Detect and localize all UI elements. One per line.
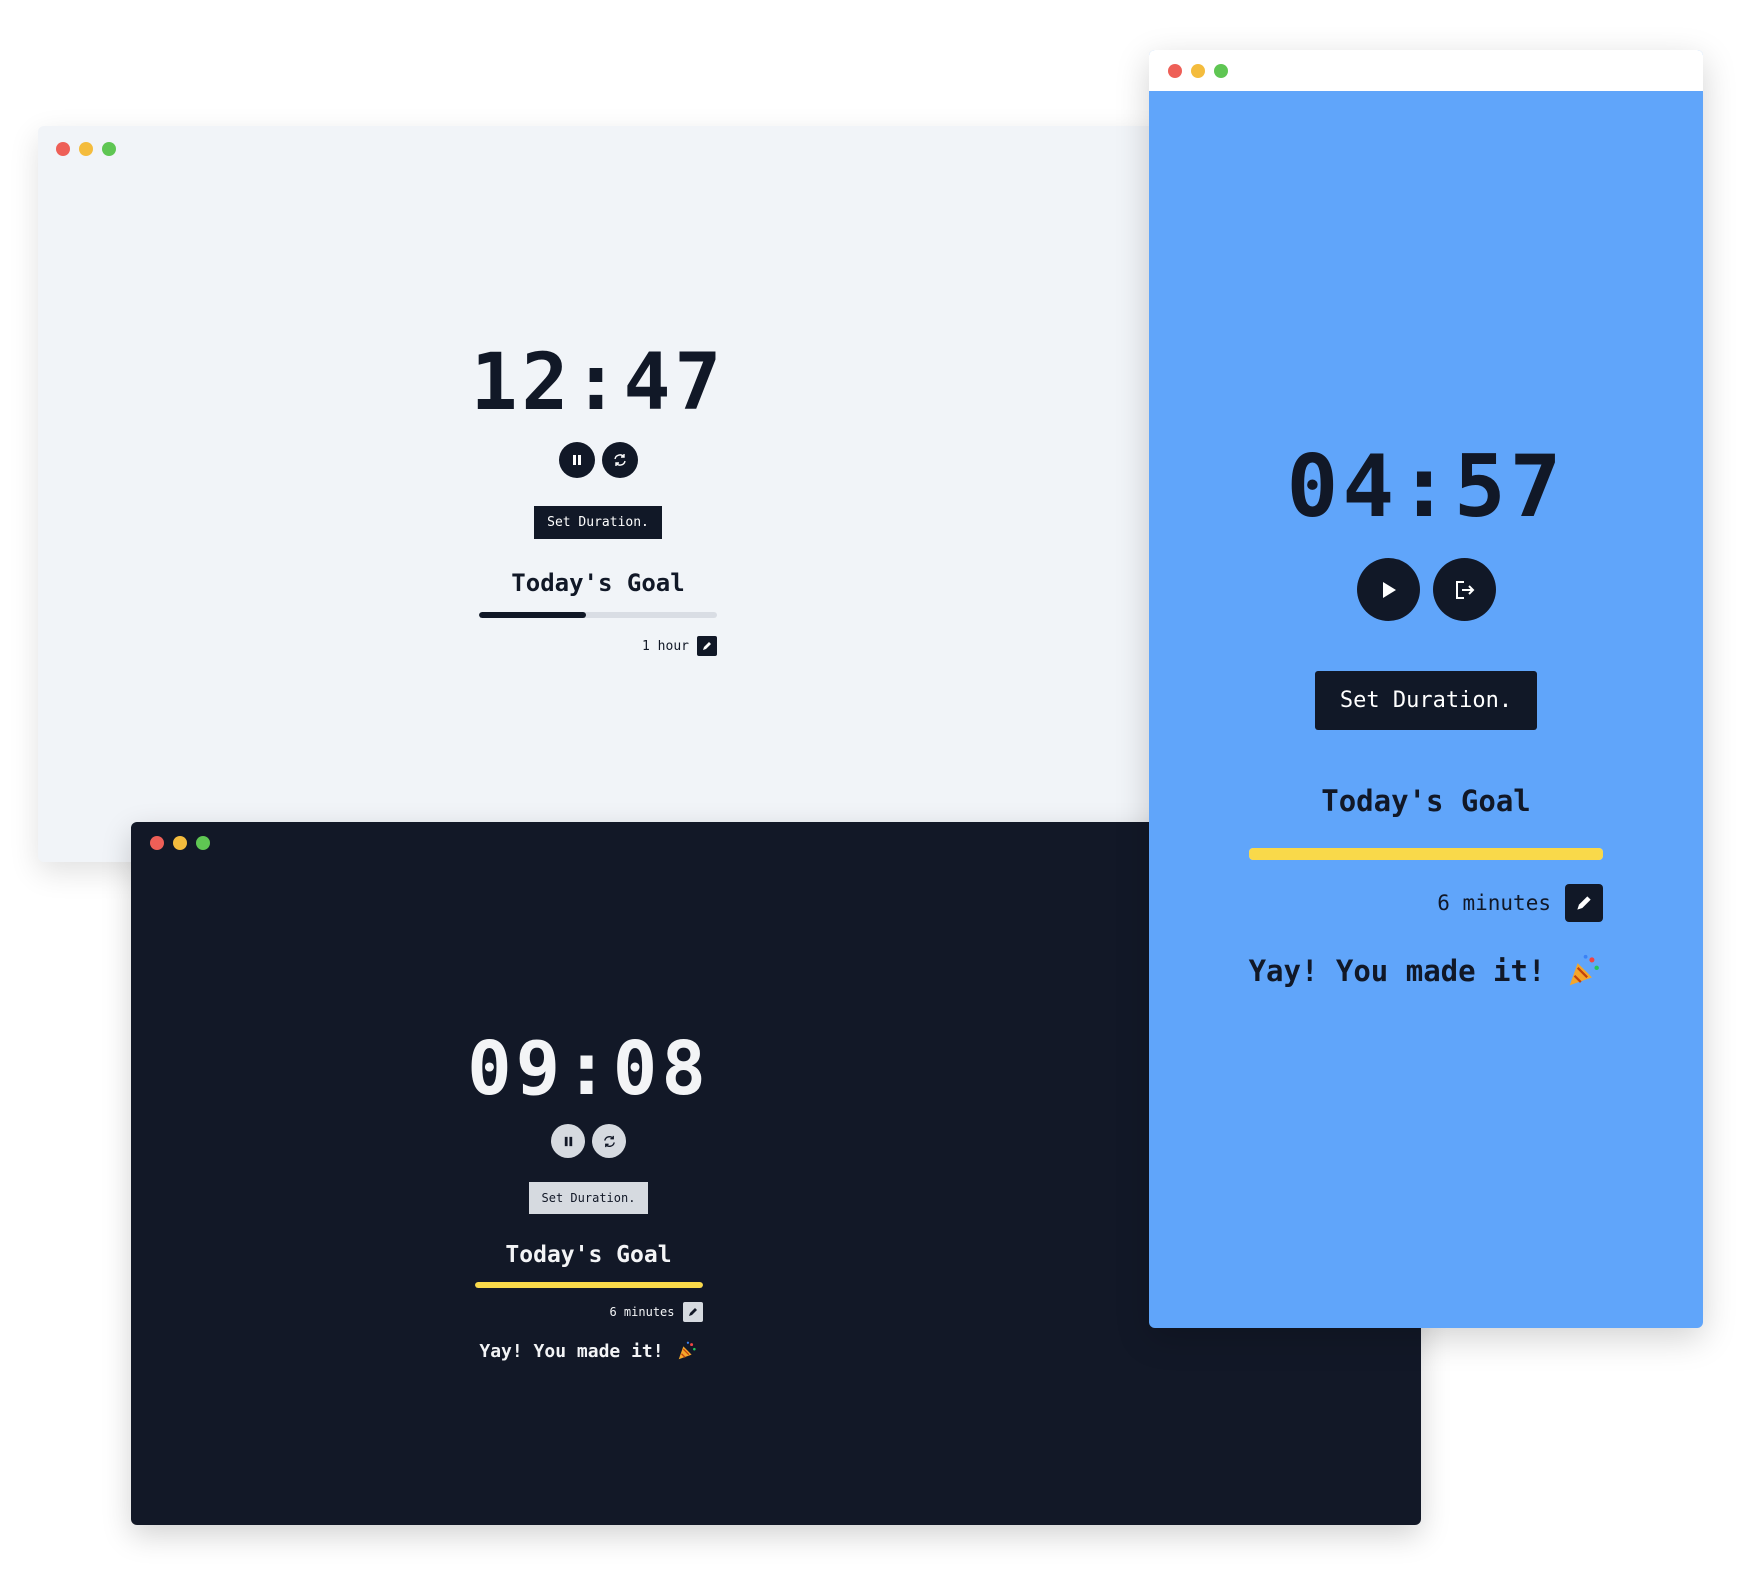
close-window-dot[interactable] bbox=[56, 142, 70, 156]
window-controls bbox=[150, 836, 210, 850]
party-popper-icon bbox=[1570, 954, 1600, 986]
goal-meta: 6 minutes bbox=[1249, 884, 1603, 922]
pause-button[interactable] bbox=[558, 442, 595, 478]
timer-controls bbox=[551, 1124, 626, 1158]
pencil-icon bbox=[688, 1308, 697, 1316]
timer-panel: 04:57 Set Duration. Today's Goal 6 minut… bbox=[1149, 444, 1703, 990]
close-window-dot[interactable] bbox=[1168, 64, 1182, 78]
maximize-window-dot[interactable] bbox=[102, 142, 116, 156]
timer-panel: 09:08 Set Duration. Today's Goal 6 minut… bbox=[131, 1032, 1046, 1362]
pencil-icon bbox=[703, 642, 711, 650]
goal-amount: 1 hour bbox=[642, 638, 689, 654]
window-controls bbox=[56, 142, 116, 156]
set-duration-button[interactable]: Set Duration. bbox=[534, 506, 662, 539]
goal-meta: 6 minutes bbox=[475, 1302, 703, 1322]
timer-panel: 12:47 Set Duration. Today's Goal 1 hour bbox=[38, 344, 1158, 656]
refresh-icon bbox=[603, 1135, 615, 1147]
set-duration-button[interactable]: Set Duration. bbox=[1314, 671, 1538, 730]
goal-progress-fill bbox=[479, 612, 587, 618]
goal-progress-fill bbox=[474, 1282, 703, 1288]
goal-title: Today's Goal bbox=[1321, 784, 1531, 818]
blue-timer-window: 04:57 Set Duration. Today's Goal 6 minut… bbox=[1149, 50, 1703, 1328]
edit-goal-button[interactable] bbox=[682, 1302, 703, 1322]
edit-goal-button[interactable] bbox=[697, 636, 717, 656]
maximize-window-dot[interactable] bbox=[196, 836, 210, 850]
goal-complete-message: Yay! You made it! bbox=[1249, 952, 1604, 990]
goal-amount: 6 minutes bbox=[609, 1305, 675, 1319]
pause-icon bbox=[564, 1136, 572, 1146]
goal-progress-fill bbox=[1249, 848, 1603, 860]
pencil-icon bbox=[1577, 896, 1591, 910]
exit-icon bbox=[1456, 580, 1475, 599]
reset-button[interactable] bbox=[601, 442, 638, 478]
maximize-window-dot[interactable] bbox=[1214, 64, 1228, 78]
refresh-icon bbox=[613, 454, 626, 466]
goal-progress-bar bbox=[1249, 848, 1603, 860]
edit-goal-button[interactable] bbox=[1565, 884, 1603, 922]
goal-title: Today's Goal bbox=[511, 569, 685, 597]
close-window-dot[interactable] bbox=[150, 836, 164, 850]
play-button[interactable] bbox=[1356, 558, 1420, 621]
play-icon bbox=[1383, 581, 1396, 598]
minimize-window-dot[interactable] bbox=[173, 836, 187, 850]
goal-progress-bar bbox=[479, 612, 717, 618]
minimize-window-dot[interactable] bbox=[79, 142, 93, 156]
timer-display: 09:08 bbox=[467, 1026, 710, 1112]
set-duration-button[interactable]: Set Duration. bbox=[528, 1182, 649, 1214]
timer-controls bbox=[558, 442, 638, 478]
window-controls bbox=[1168, 64, 1228, 78]
goal-meta: 1 hour bbox=[479, 636, 717, 656]
exit-button[interactable] bbox=[1432, 558, 1496, 621]
party-popper-icon bbox=[678, 1341, 696, 1360]
timer-display: 12:47 bbox=[470, 338, 726, 428]
goal-complete-message: Yay! You made it! bbox=[479, 1340, 697, 1362]
pause-icon bbox=[572, 455, 581, 465]
pause-button[interactable] bbox=[551, 1124, 585, 1158]
window-titlebar bbox=[1149, 50, 1703, 91]
light-timer-window: 12:47 Set Duration. Today's Goal 1 hour bbox=[38, 126, 1158, 862]
goal-amount: 6 minutes bbox=[1437, 891, 1551, 915]
goal-complete-text: Yay! You made it! bbox=[479, 1340, 664, 1362]
goal-title: Today's Goal bbox=[505, 1242, 672, 1268]
minimize-window-dot[interactable] bbox=[1191, 64, 1205, 78]
timer-display: 04:57 bbox=[1286, 437, 1566, 537]
timer-controls bbox=[1356, 558, 1496, 621]
goal-complete-text: Yay! You made it! bbox=[1248, 954, 1546, 988]
goal-progress-bar bbox=[474, 1282, 703, 1288]
reset-button[interactable] bbox=[592, 1124, 626, 1158]
